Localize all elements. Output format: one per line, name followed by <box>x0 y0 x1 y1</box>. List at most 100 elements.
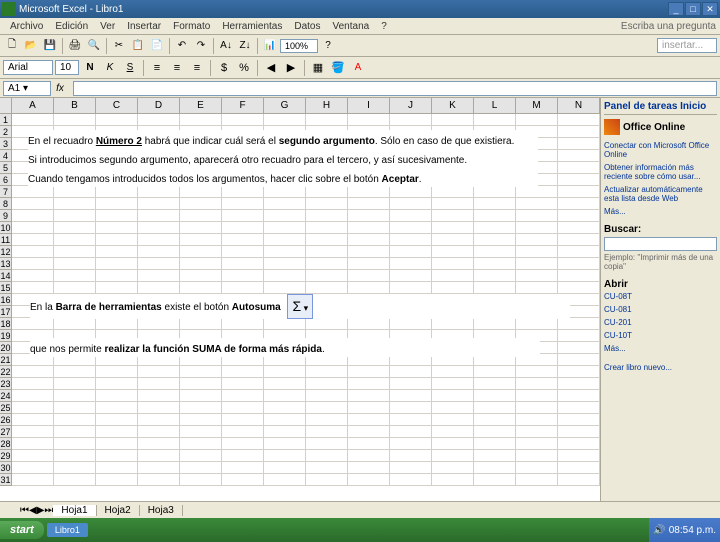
cell[interactable] <box>558 162 600 174</box>
cell[interactable] <box>348 186 390 198</box>
cell[interactable] <box>138 414 180 426</box>
fx-icon[interactable]: fx <box>51 79 69 97</box>
underline-icon[interactable]: S <box>121 59 139 77</box>
cell[interactable] <box>222 246 264 258</box>
cell[interactable] <box>138 462 180 474</box>
cell[interactable] <box>516 462 558 474</box>
cell[interactable] <box>54 366 96 378</box>
cell[interactable] <box>96 186 138 198</box>
cell[interactable] <box>222 402 264 414</box>
cell[interactable] <box>348 378 390 390</box>
menu-insertar[interactable]: Insertar <box>121 21 167 32</box>
cell[interactable] <box>222 438 264 450</box>
cell[interactable] <box>96 222 138 234</box>
cell[interactable] <box>558 138 600 150</box>
cell[interactable] <box>96 390 138 402</box>
bold-icon[interactable]: N <box>81 59 99 77</box>
tp-file[interactable]: CU-10T <box>604 329 717 342</box>
cell[interactable] <box>222 186 264 198</box>
col-header[interactable]: D <box>138 98 180 113</box>
cell[interactable] <box>96 114 138 126</box>
cell[interactable] <box>306 438 348 450</box>
cell[interactable] <box>54 390 96 402</box>
row-header[interactable]: 20 <box>0 342 12 354</box>
cell[interactable] <box>54 450 96 462</box>
cell[interactable] <box>264 414 306 426</box>
row-header[interactable]: 23 <box>0 378 12 390</box>
cell[interactable] <box>432 414 474 426</box>
col-header[interactable]: C <box>96 98 138 113</box>
tp-new-workbook[interactable]: Crear libro nuevo... <box>604 361 717 374</box>
borders-icon[interactable]: ▦ <box>309 59 327 77</box>
cell[interactable] <box>222 222 264 234</box>
cell[interactable] <box>558 378 600 390</box>
cell[interactable] <box>558 174 600 186</box>
cell[interactable] <box>390 210 432 222</box>
cell[interactable] <box>222 258 264 270</box>
cell[interactable] <box>348 246 390 258</box>
cell[interactable] <box>390 474 432 486</box>
cell[interactable] <box>474 222 516 234</box>
cell[interactable] <box>348 390 390 402</box>
cell[interactable] <box>306 222 348 234</box>
col-header[interactable]: G <box>264 98 306 113</box>
cell[interactable] <box>390 402 432 414</box>
cell[interactable] <box>516 210 558 222</box>
row-header[interactable]: 22 <box>0 366 12 378</box>
tp-link[interactable]: Más... <box>604 205 717 218</box>
cell[interactable] <box>180 258 222 270</box>
cell[interactable] <box>138 450 180 462</box>
cell[interactable] <box>432 234 474 246</box>
cell[interactable] <box>348 258 390 270</box>
cell[interactable] <box>138 438 180 450</box>
cell[interactable] <box>12 270 54 282</box>
cell[interactable] <box>138 474 180 486</box>
cell[interactable] <box>138 234 180 246</box>
row-header[interactable]: 27 <box>0 426 12 438</box>
cell[interactable] <box>390 186 432 198</box>
cell[interactable] <box>12 222 54 234</box>
worksheet[interactable]: A B C D E F G H I J K L M N 123456789101… <box>0 98 600 501</box>
cell[interactable] <box>390 378 432 390</box>
cell[interactable] <box>474 366 516 378</box>
tab-nav-next-icon[interactable]: ▶ <box>37 505 45 516</box>
cell[interactable] <box>474 474 516 486</box>
cell[interactable] <box>96 402 138 414</box>
cell[interactable] <box>138 426 180 438</box>
cell[interactable] <box>306 270 348 282</box>
cell[interactable] <box>474 390 516 402</box>
paste-icon[interactable]: 📄 <box>148 37 166 55</box>
chart-icon[interactable]: 📊 <box>261 37 279 55</box>
cell[interactable] <box>222 390 264 402</box>
cell[interactable] <box>432 270 474 282</box>
cell[interactable] <box>12 450 54 462</box>
cell[interactable] <box>306 234 348 246</box>
tp-link[interactable]: Conectar con Microsoft Office Online <box>604 139 717 161</box>
row-header[interactable]: 21 <box>0 354 12 366</box>
cell[interactable] <box>306 282 348 294</box>
print-icon[interactable]: 🖨 <box>66 37 84 55</box>
italic-icon[interactable]: K <box>101 59 119 77</box>
cell[interactable] <box>348 270 390 282</box>
cell[interactable] <box>222 366 264 378</box>
cell[interactable] <box>138 258 180 270</box>
cell[interactable] <box>12 114 54 126</box>
cell[interactable] <box>54 426 96 438</box>
cell[interactable] <box>390 222 432 234</box>
row-header[interactable]: 13 <box>0 258 12 270</box>
cell[interactable] <box>138 198 180 210</box>
cell[interactable] <box>558 462 600 474</box>
cell[interactable] <box>180 462 222 474</box>
col-header[interactable]: L <box>474 98 516 113</box>
cell[interactable] <box>306 114 348 126</box>
cell[interactable] <box>432 474 474 486</box>
cell[interactable] <box>138 114 180 126</box>
help-search[interactable]: Escriba una pregunta <box>621 21 716 32</box>
row-header[interactable]: 12 <box>0 246 12 258</box>
cell[interactable] <box>558 438 600 450</box>
tab-nav-prev-icon[interactable]: ◀ <box>29 505 37 516</box>
row-header[interactable]: 17 <box>0 306 12 318</box>
cell[interactable] <box>264 186 306 198</box>
cell[interactable] <box>54 438 96 450</box>
cell[interactable] <box>516 186 558 198</box>
